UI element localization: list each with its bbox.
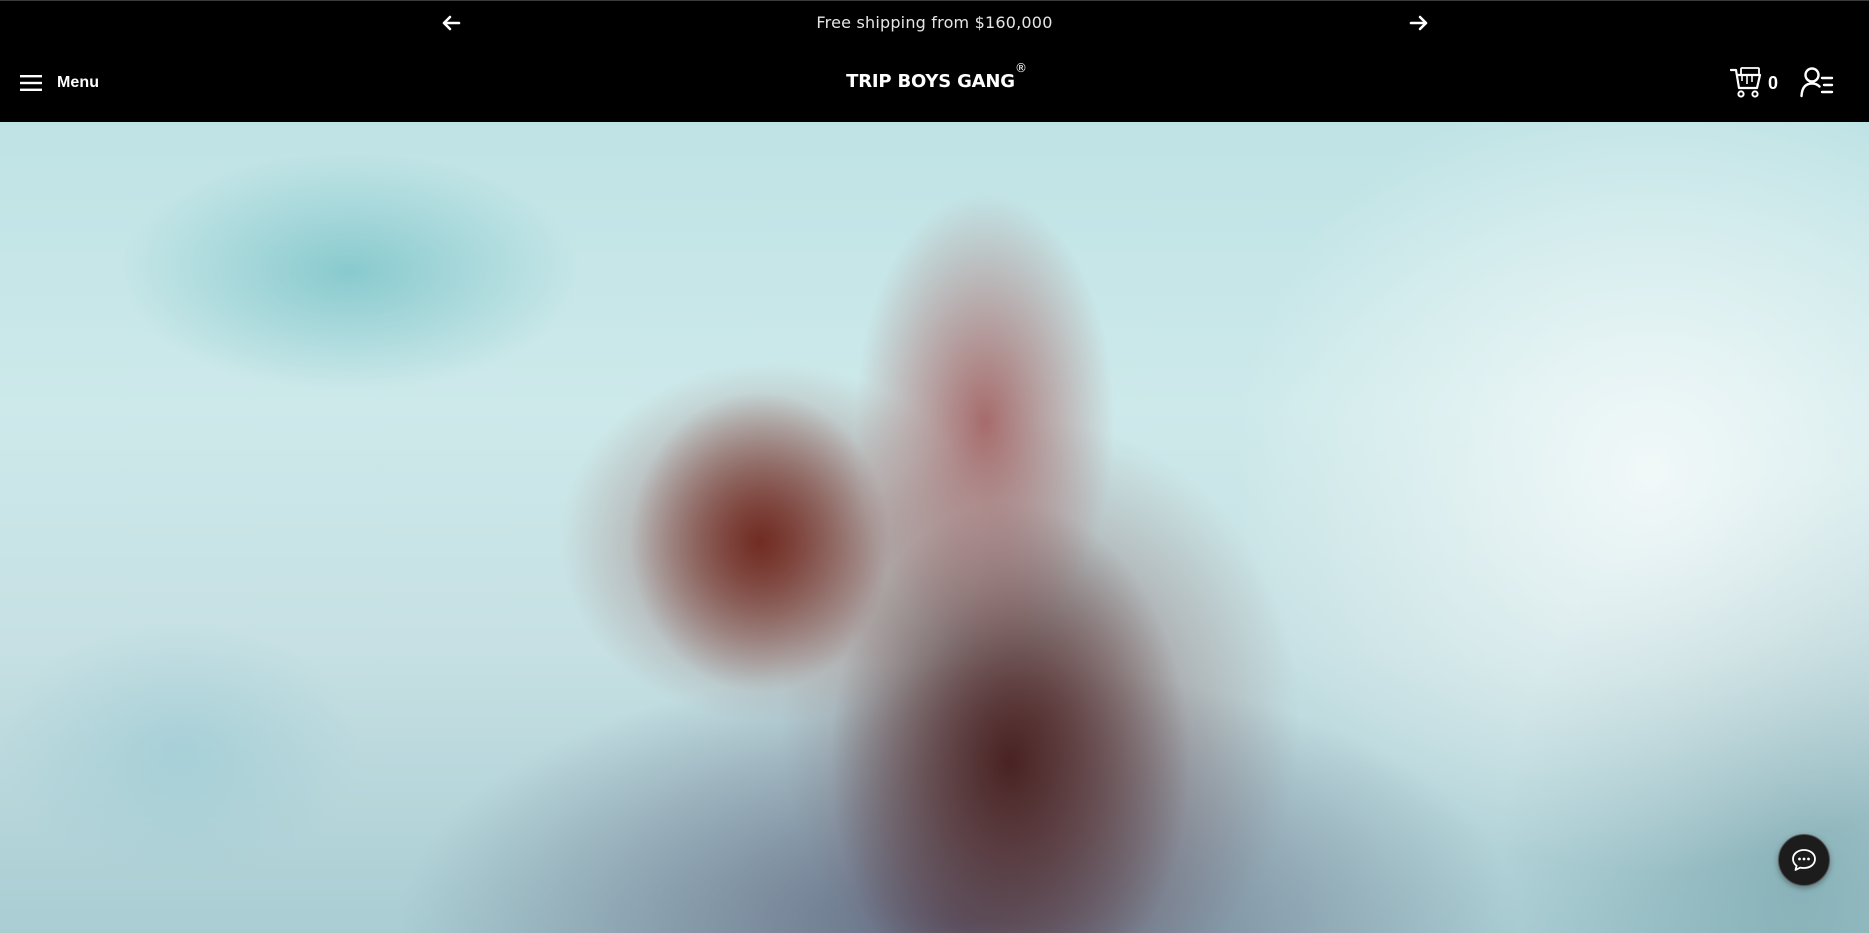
account-list-icon	[1800, 67, 1834, 98]
chat-bubble-icon	[1792, 849, 1816, 871]
site-logo[interactable]: TRIP BOYS GANG ®	[0, 61, 1869, 92]
logo-text: TRIP BOYS GANG ®	[846, 61, 1027, 92]
announcement-bar: Free shipping from $160,000	[0, 0, 1869, 44]
cart-count: 0	[1768, 72, 1779, 93]
hero-image	[0, 122, 1869, 933]
announcement-next-button[interactable]	[1406, 10, 1432, 36]
account-button[interactable]	[1800, 66, 1834, 100]
cart-icon	[1730, 67, 1762, 98]
announcement-text: Free shipping from $160,000	[816, 13, 1053, 32]
arrow-right-icon	[1409, 15, 1428, 31]
main-header: Menu TRIP BOYS GANG ® 0	[0, 44, 1869, 122]
chat-button[interactable]	[1778, 834, 1830, 886]
logo-registered-mark: ®	[1015, 61, 1027, 75]
logo-wordmark: TRIP BOYS GANG	[846, 71, 1015, 92]
cart-button[interactable]: 0	[1730, 66, 1778, 100]
